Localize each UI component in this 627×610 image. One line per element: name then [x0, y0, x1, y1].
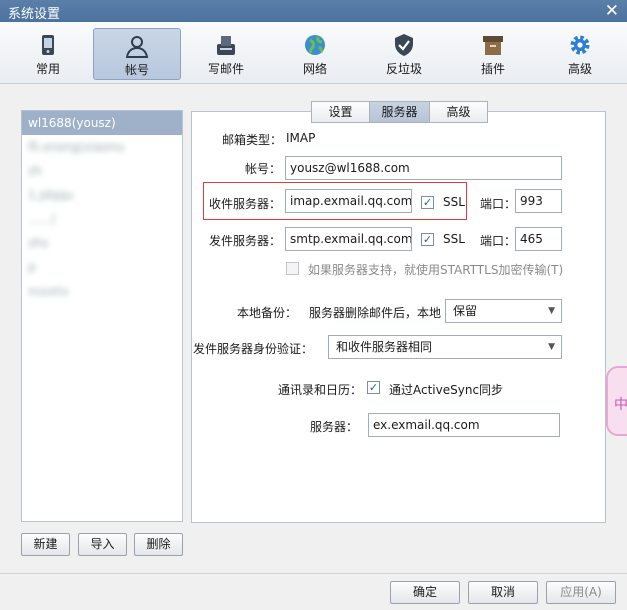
outgoing-ssl-label: SSL	[443, 232, 465, 246]
local-backup-prefix: 服务器删除邮件后，本地	[309, 306, 442, 320]
import-account-button[interactable]: 导入	[78, 533, 127, 556]
outgoing-port-label: 端口：	[480, 234, 517, 248]
activesync-label: 通过ActiveSync同步	[389, 383, 504, 397]
tab-network-label: 网络	[302, 62, 327, 76]
incoming-ssl-label: SSL	[443, 195, 465, 209]
ok-button[interactable]: 确定	[390, 581, 460, 604]
shield-icon	[395, 34, 413, 56]
window-title: 系统设置	[8, 7, 61, 22]
account-item[interactable]: zh	[22, 159, 182, 183]
account-field[interactable]: yousz@wl1688.com	[285, 156, 562, 180]
tab-plugins-label: 插件	[480, 62, 505, 76]
close-icon[interactable]: ✕	[605, 1, 619, 21]
local-backup-label: 本地备份：	[237, 306, 298, 320]
starttls-checkbox[interactable]	[286, 262, 299, 275]
user-icon	[125, 36, 149, 58]
mailbox-type-label: 邮箱类型：	[222, 133, 283, 147]
incoming-server-field[interactable]: imap.exmail.qq.com	[285, 189, 412, 213]
chevron-down-icon: ▼	[548, 306, 555, 316]
device-icon	[42, 35, 54, 55]
local-backup-selected: 保留	[453, 304, 478, 318]
tab-settings[interactable]: 设置	[311, 101, 370, 123]
chevron-down-icon: ▼	[548, 342, 555, 352]
incoming-server-label: 收件服务器：	[209, 197, 282, 211]
starttls-label: 如果服务器支持，就使用STARTTLS加密传输(T)	[308, 263, 564, 277]
contacts-calendar-label: 通讯录和日历：	[278, 383, 363, 397]
cancel-button[interactable]: 取消	[468, 581, 538, 604]
activesync-checkbox[interactable]: ✓	[367, 381, 380, 394]
account-item[interactable]: vuuxiu	[22, 279, 182, 303]
account-item-selected[interactable]: wl1688(yousz)	[22, 111, 182, 135]
local-backup-select[interactable]: 保留 ▼	[445, 299, 562, 323]
tab-advanced[interactable]: 高级	[536, 28, 624, 80]
title-bar: 系统设置 ✕	[0, 0, 627, 22]
account-item[interactable]: ......)	[22, 207, 182, 231]
side-float-widget[interactable]: 中	[606, 366, 627, 436]
tab-general-label: 常用	[35, 62, 60, 76]
account-list[interactable]: wl1688(yousz) fli.snong(xiaonu zh 1.jdqq…	[21, 110, 183, 522]
account-label: 帐号：	[245, 162, 282, 176]
delete-account-button[interactable]: 删除	[134, 533, 183, 556]
tab-general[interactable]: 常用	[4, 28, 92, 80]
settings-toolbar: 常用 帐号 写邮件 网络 反垃圾 插件 高级	[0, 22, 627, 84]
outgoing-server-label: 发件服务器：	[209, 234, 282, 248]
tab-advanced-label: 高级	[567, 62, 592, 76]
incoming-port-field[interactable]: 993	[515, 189, 562, 213]
tab-antispam[interactable]: 反垃圾	[360, 28, 448, 80]
globe-icon	[305, 35, 325, 55]
outgoing-auth-selected: 和收件服务器相同	[336, 340, 433, 354]
activesync-server-field[interactable]: ex.exmail.qq.com	[368, 413, 560, 437]
tab-network[interactable]: 网络	[271, 28, 359, 80]
incoming-ssl-checkbox[interactable]: ✓	[421, 196, 434, 209]
account-item[interactable]: fli.snong(xiaonu	[22, 135, 182, 159]
tab-server[interactable]: 服务器	[369, 101, 430, 123]
outgoing-auth-select[interactable]: 和收件服务器相同 ▼	[328, 335, 562, 359]
tab-compose[interactable]: 写邮件	[182, 28, 270, 80]
tab-account-label: 帐号	[124, 63, 149, 77]
side-widget-glyph: 中	[614, 397, 627, 413]
account-item[interactable]: p	[22, 255, 182, 279]
apply-button[interactable]: 应用(A)	[546, 581, 616, 604]
new-account-button[interactable]: 新建	[21, 533, 70, 556]
box-icon	[483, 36, 503, 55]
outgoing-ssl-checkbox[interactable]: ✓	[421, 233, 434, 246]
compose-icon	[217, 36, 235, 55]
mailbox-type-value: IMAP	[286, 131, 316, 145]
outgoing-port-field[interactable]: 465	[515, 227, 562, 251]
incoming-port-label: 端口：	[480, 197, 517, 211]
tab-plugins[interactable]: 插件	[449, 28, 537, 80]
outgoing-auth-label: 发件服务器身份验证：	[193, 342, 314, 356]
tab-advanced-settings[interactable]: 高级	[429, 101, 488, 123]
outgoing-server-field[interactable]: smtp.exmail.qq.com	[285, 227, 412, 251]
tab-account[interactable]: 帐号	[93, 28, 181, 80]
account-item[interactable]: zhs	[22, 231, 182, 255]
gear-icon	[570, 35, 590, 55]
tab-antispam-label: 反垃圾	[385, 62, 422, 76]
tab-compose-label: 写邮件	[207, 62, 244, 76]
account-item[interactable]: 1.jdqqu	[22, 183, 182, 207]
activesync-server-label: 服务器：	[310, 420, 359, 434]
